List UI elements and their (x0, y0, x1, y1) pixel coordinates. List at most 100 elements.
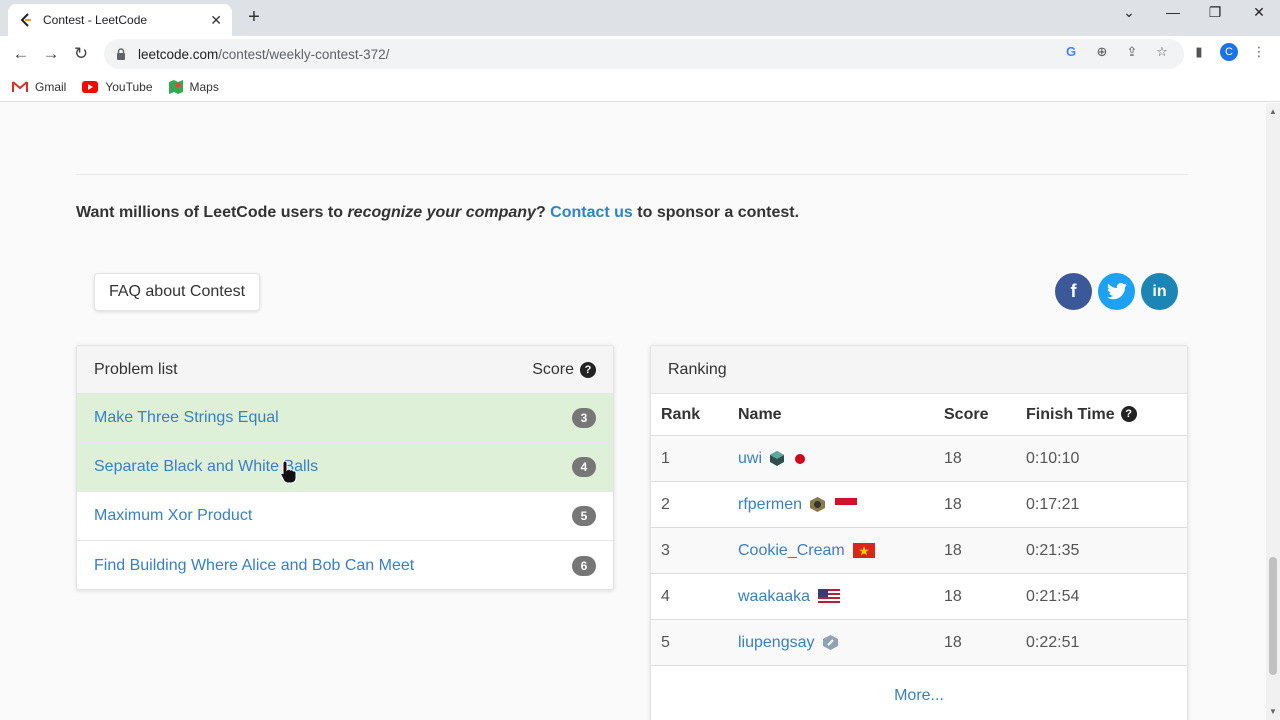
browser-toolbar: ← → ↻ leetcode.com/contest/weekly-contes… (0, 36, 1280, 72)
facebook-icon[interactable]: f (1055, 273, 1092, 310)
reload-icon[interactable]: ↻ (70, 43, 92, 65)
share-icon[interactable]: ⇪ (1123, 43, 1141, 61)
finish-time-label: Finish Time (1026, 405, 1115, 423)
problem-link[interactable]: Maximum Xor Product (94, 507, 572, 525)
problem-row[interactable]: Find Building Where Alice and Bob Can Me… (77, 541, 613, 589)
sponsor-suffix: to sponsor a contest. (632, 204, 800, 221)
name-cell: uwi (738, 450, 944, 468)
rank-cell: 4 (661, 587, 670, 605)
name-cell: liupengsay (738, 634, 944, 652)
shield-badge-icon (822, 635, 838, 650)
score-cell: 18 (944, 449, 962, 467)
indonesia-flag-icon (835, 497, 858, 512)
back-icon[interactable]: ← (10, 43, 32, 65)
new-tab-icon[interactable]: + (244, 6, 264, 29)
lock-icon (117, 48, 125, 60)
profile-avatar-icon[interactable]: C (1220, 43, 1238, 61)
tab-search-chevron-icon[interactable]: ⌄ (1116, 4, 1142, 21)
problem-link[interactable]: Find Building Where Alice and Bob Can Me… (94, 557, 572, 575)
browser-tab[interactable]: Contest - LeetCode ✕ (8, 4, 232, 36)
close-tab-icon[interactable]: ✕ (210, 12, 222, 29)
more-link[interactable]: More... (651, 666, 1187, 720)
score-badge: 4 (572, 457, 596, 477)
forward-icon[interactable]: → (40, 43, 62, 65)
sponsor-emphasis: recognize your company (347, 204, 536, 221)
problem-list-panel: Problem list Score ? Make Three Strings … (76, 345, 614, 590)
score-badge: 5 (572, 506, 596, 526)
table-row: 2 rfpermen 18 0:17:21 (651, 482, 1187, 528)
bookmarks-bar: Gmail YouTube Maps (0, 72, 1280, 102)
problem-link[interactable]: Make Three Strings Equal (94, 409, 572, 427)
close-window-icon[interactable]: ✕ (1246, 4, 1272, 21)
side-panel-icon[interactable]: ▮ (1190, 43, 1208, 61)
table-row: 3 Cookie_Cream 18 0:21:35 (651, 528, 1187, 574)
bookmark-label: Maps (189, 79, 219, 94)
name-cell: waakaaka (738, 588, 944, 606)
finish-time-cell: 0:22:51 (1026, 633, 1080, 651)
rank-column-header: Rank (661, 405, 701, 423)
ranking-table-header: Rank Name Score Finish Time? (651, 394, 1187, 436)
url-host: leetcode.com (138, 46, 219, 62)
user-link[interactable]: uwi (738, 450, 762, 468)
bookmark-label: YouTube (105, 79, 153, 94)
help-icon[interactable]: ? (580, 361, 596, 378)
linkedin-icon[interactable]: in (1141, 273, 1178, 310)
page-scrollbar[interactable]: ▲ ▼ (1266, 103, 1280, 720)
sponsor-text: Want millions of LeetCode users to (76, 204, 348, 221)
sponsor-question: ? (535, 204, 551, 221)
name-cell: Cookie_Cream (738, 542, 944, 560)
rank-cell: 5 (661, 633, 670, 651)
maps-icon (168, 79, 183, 94)
problem-row[interactable]: Maximum Xor Product 5 (77, 492, 613, 541)
contact-us-link[interactable]: Contact us (550, 204, 633, 221)
bookmark-gmail[interactable]: Gmail (12, 80, 66, 94)
bookmark-maps[interactable]: Maps (168, 79, 219, 94)
bookmark-label: Gmail (35, 79, 67, 94)
user-link[interactable]: liupengsay (738, 634, 815, 652)
leetcode-favicon-icon (18, 12, 34, 28)
menu-kebab-icon[interactable]: ⋮ (1250, 43, 1268, 61)
user-link[interactable]: rfpermen (738, 496, 802, 514)
user-link[interactable]: waakaaka (738, 588, 810, 606)
finish-time-cell: 0:21:35 (1026, 541, 1080, 559)
name-cell: rfpermen (738, 496, 944, 514)
ranking-header: Ranking (651, 346, 1187, 394)
table-row: 5 liupengsay 18 0:22:51 (651, 620, 1187, 666)
score-cell: 18 (944, 633, 962, 651)
minimize-icon[interactable]: — (1160, 4, 1186, 20)
scroll-thumb[interactable] (1269, 557, 1277, 675)
problem-list-header: Problem list Score ? (77, 346, 613, 394)
cube-badge-icon (770, 451, 785, 466)
score-cell: 18 (944, 587, 962, 605)
score-badge: 3 (572, 408, 596, 428)
problem-list-title: Problem list (94, 360, 178, 378)
faq-button[interactable]: FAQ about Contest (94, 273, 260, 311)
user-link[interactable]: Cookie_Cream (738, 542, 845, 560)
finish-time-column-header: Finish Time? (1026, 405, 1187, 424)
bookmark-star-icon[interactable]: ☆ (1153, 43, 1171, 61)
problem-link[interactable]: Separate Black and White Balls (94, 458, 572, 476)
name-column-header: Name (738, 405, 782, 423)
twitter-icon[interactable] (1098, 273, 1135, 310)
problem-row[interactable]: Make Three Strings Equal 3 (77, 394, 613, 443)
score-badge: 6 (572, 555, 596, 576)
problem-row[interactable]: Separate Black and White Balls 4 (77, 443, 613, 492)
zoom-icon[interactable]: ⊕ (1093, 43, 1111, 61)
sponsor-banner: Want millions of LeetCode users to recog… (76, 204, 799, 222)
ranking-panel: Ranking Rank Name Score Finish Time? 1 u… (650, 345, 1188, 720)
score-cell: 18 (944, 541, 962, 559)
vietnam-flag-icon (852, 543, 875, 558)
scroll-down-icon[interactable]: ▼ (1269, 707, 1277, 716)
scroll-up-icon[interactable]: ▲ (1269, 107, 1277, 116)
usa-flag-icon (818, 589, 841, 604)
help-icon[interactable]: ? (1120, 405, 1137, 422)
bookmark-youtube[interactable]: YouTube (82, 79, 153, 94)
score-column-header: Score (944, 405, 989, 423)
hex-badge-icon (810, 497, 826, 512)
restore-icon[interactable]: ❐ (1202, 4, 1228, 21)
google-translate-icon[interactable]: G (1062, 43, 1080, 61)
address-bar[interactable]: leetcode.com/contest/weekly-contest-372/ (104, 39, 1184, 69)
url-path: /contest/weekly-contest-372/ (218, 46, 390, 62)
japan-flag-icon (794, 453, 806, 465)
finish-time-cell: 0:17:21 (1026, 495, 1080, 513)
